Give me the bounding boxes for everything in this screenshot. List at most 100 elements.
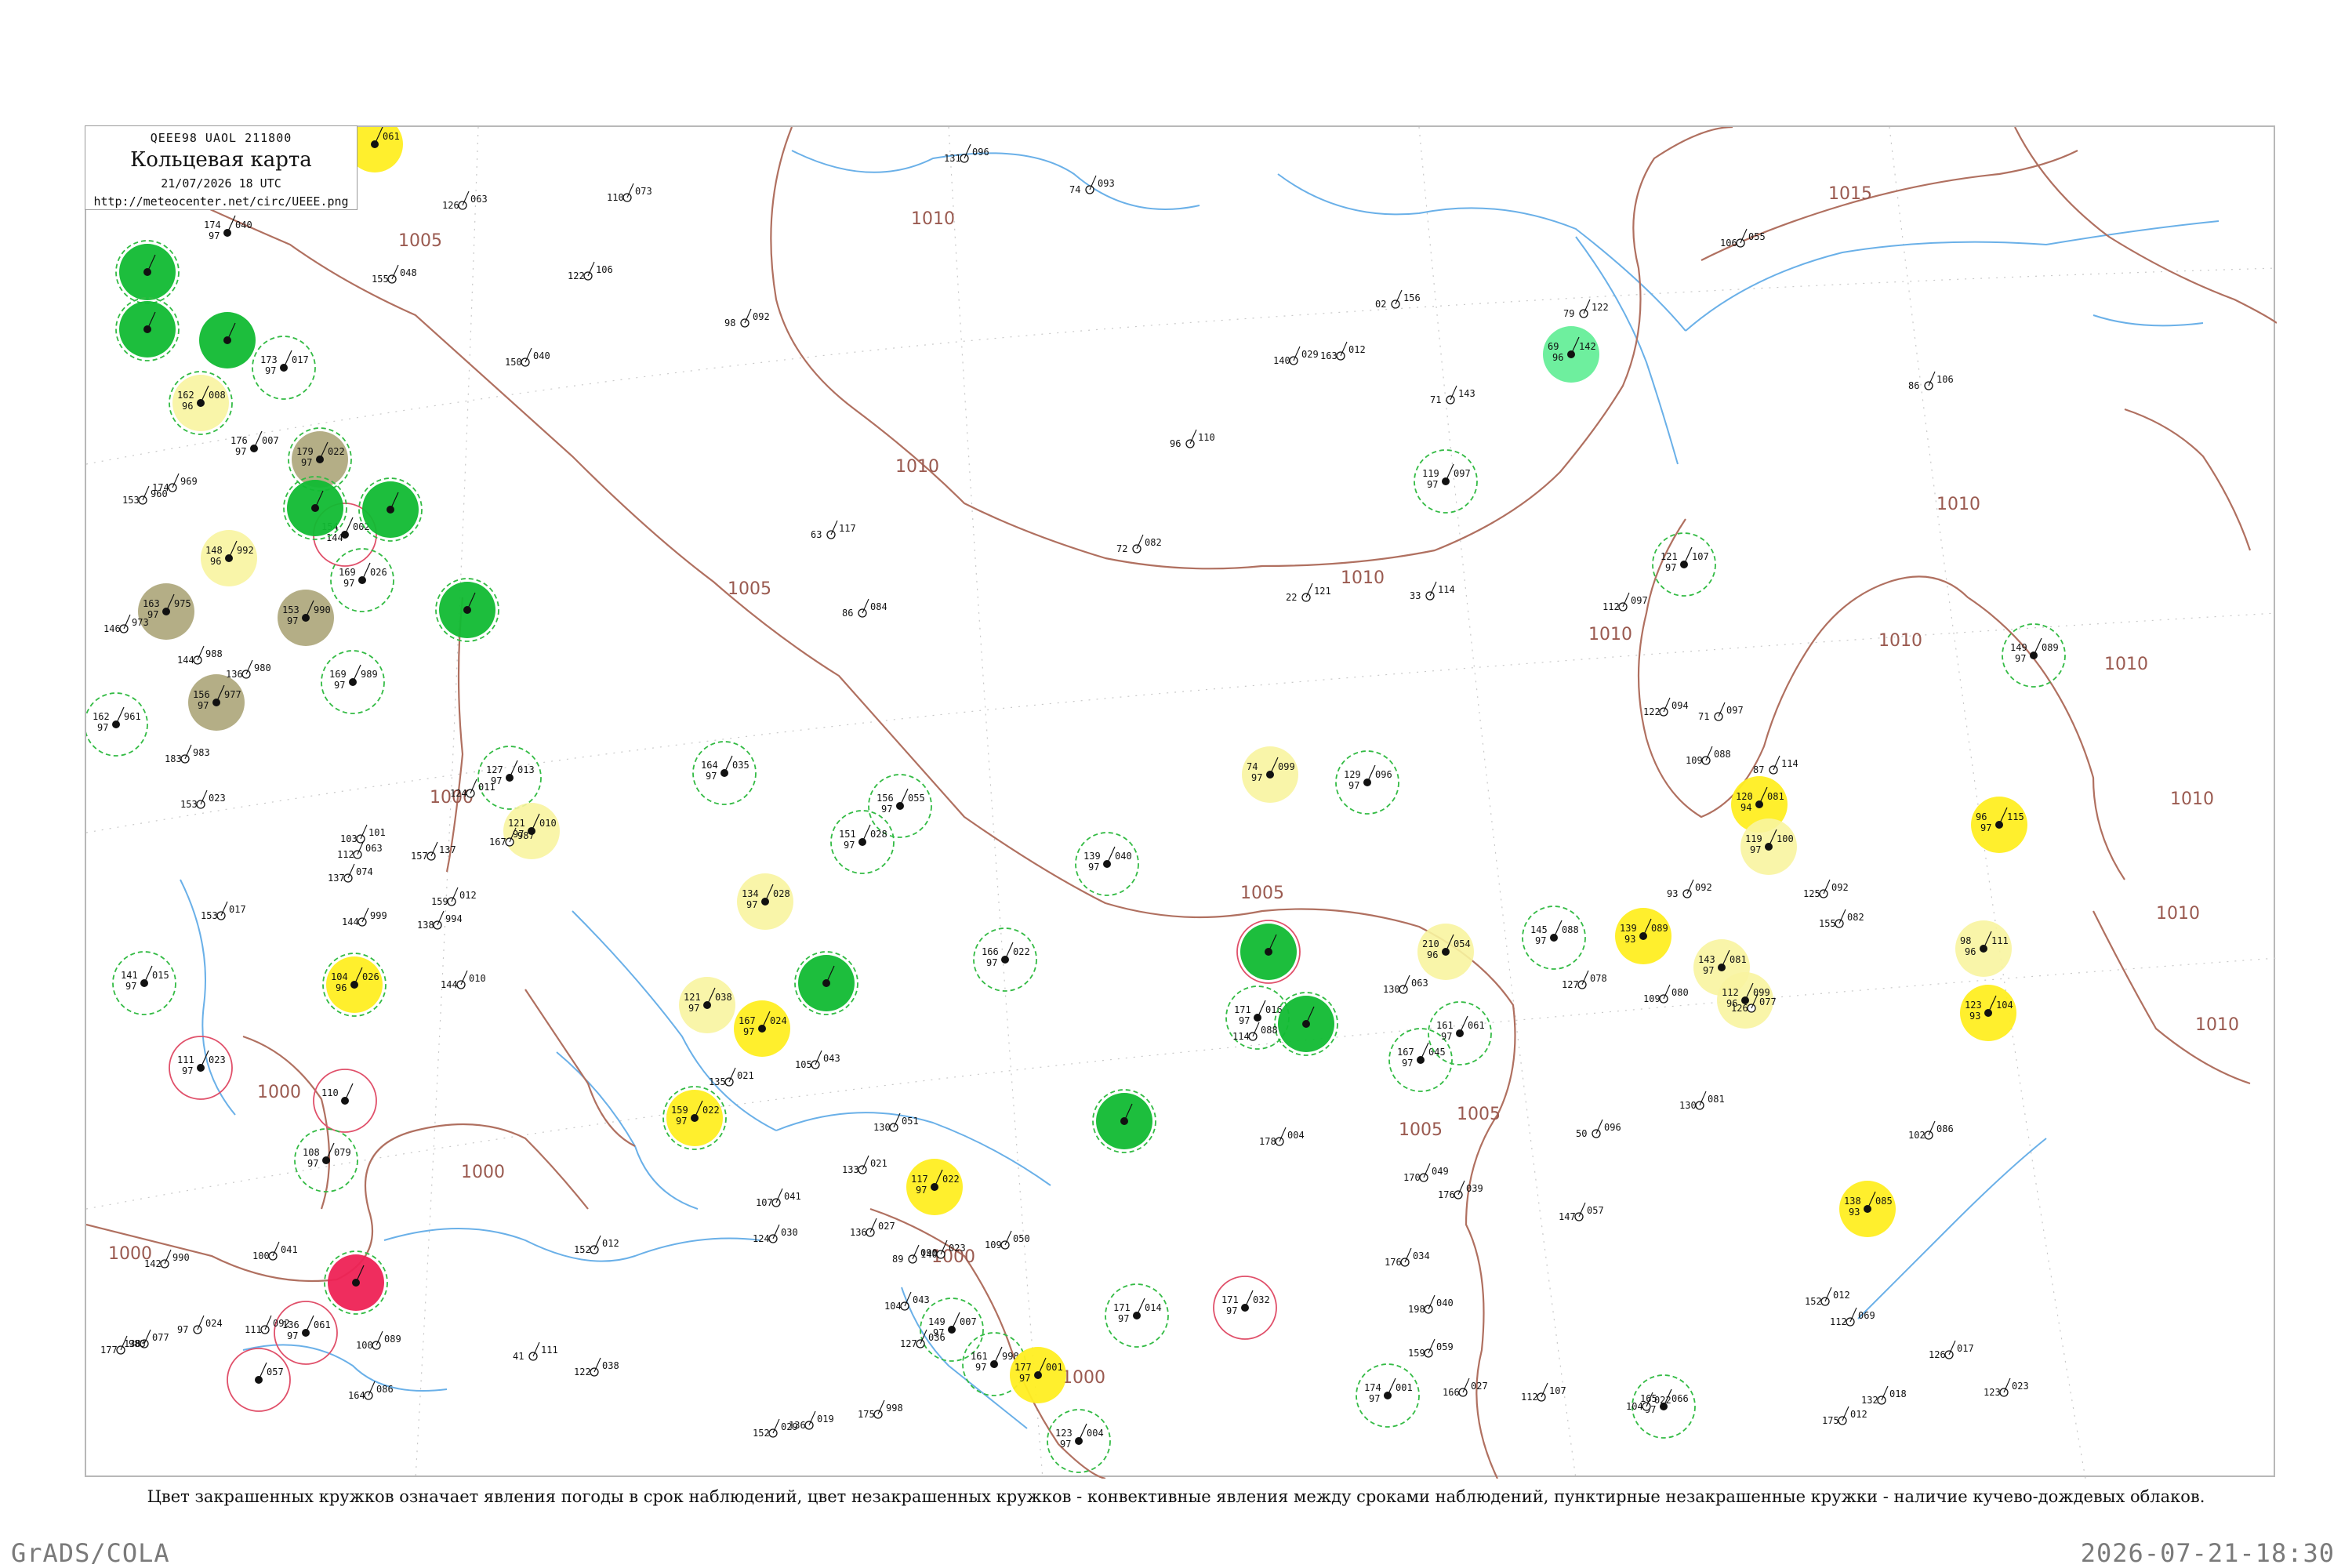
station-plot-small: 012 152 <box>574 1235 619 1255</box>
pressure-value: 092 <box>753 311 770 322</box>
station-plot-small: 096 131 <box>944 143 989 164</box>
station-plot: 110 <box>313 1069 377 1133</box>
pressure-value: 097 <box>1631 595 1648 606</box>
pressure-value: 143 <box>1458 388 1475 399</box>
station-plot-small: 084 86 <box>842 598 887 619</box>
dewpoint-value: 97 <box>746 899 757 910</box>
isobar-labels: 1005 1010 1015 1010 1005 1010 1010 1000 … <box>108 184 2239 1388</box>
pressure-value: 012 <box>1833 1290 1850 1301</box>
temperature-value: 164 <box>701 760 718 771</box>
temperature-value: 132 <box>1861 1395 1878 1406</box>
wind-barb <box>2033 637 2042 656</box>
pressure-value: 999 <box>370 910 387 921</box>
temperature-value: 74 <box>1069 184 1080 195</box>
temperature-value: 177 <box>100 1345 118 1356</box>
pressure-value: 092 <box>273 1318 290 1329</box>
station-plot-small: 078 127 <box>1562 970 1607 990</box>
pressure-value: 994 <box>445 913 463 924</box>
pressure-value: 043 <box>913 1294 930 1305</box>
pressure-value: 099 <box>1278 761 1295 772</box>
pressure-value: 114 <box>1781 758 1798 769</box>
temperature-value: 100 <box>252 1250 270 1261</box>
station-plot-small: 073 110 <box>607 183 652 203</box>
dewpoint-value: 93 <box>1849 1207 1860 1218</box>
pressure-value: 110 <box>1198 432 1215 443</box>
pressure-value: 987 <box>517 830 535 841</box>
wind-barb <box>1004 942 1014 960</box>
station-plot: 15697 977 <box>188 674 245 731</box>
temperature-value: 112 <box>337 849 354 860</box>
pressure-value: 079 <box>334 1147 351 1158</box>
temperature-value: 169 <box>339 567 356 578</box>
station-plot-small: 063 130 <box>1383 975 1428 995</box>
station-plot-small: 097 112 <box>1602 592 1648 612</box>
pressure-value: 107 <box>1549 1385 1566 1396</box>
temperature-value: 112 <box>1521 1392 1538 1403</box>
station-plot: 16397 975 <box>138 583 194 640</box>
pressure-value: 001 <box>1396 1382 1413 1393</box>
station-plot: 11197 023 <box>169 1036 233 1100</box>
pressure-value: 975 <box>174 598 191 609</box>
pressure-value: 022 <box>1654 1395 1671 1406</box>
station-plot-small: 030 124 <box>753 1224 798 1244</box>
wind-barb <box>1459 1015 1468 1034</box>
pressure-value: 012 <box>1850 1409 1867 1420</box>
station-plot-small: 994 138 <box>417 910 463 931</box>
pressure-value: 085 <box>1875 1196 1893 1207</box>
map-header-box: QEEE98 UAOL 211800 Кольцевая карта 21/07… <box>85 125 358 210</box>
temperature-value: 137 <box>328 873 345 884</box>
station-plot: 16997 989 <box>321 650 385 714</box>
pressure-value: 961 <box>124 711 141 722</box>
wind-barb <box>1445 463 1454 482</box>
station-plot-small: 110 96 <box>1170 429 1215 449</box>
temperature-value: 120 <box>1736 791 1753 802</box>
isobar-label: 1000 <box>461 1163 505 1182</box>
temperature-value: 117 <box>911 1174 928 1185</box>
temperature-value: 126 <box>1929 1349 1946 1360</box>
temperature-value: 143 <box>1698 954 1715 965</box>
pressure-value: 088 <box>1714 749 1731 760</box>
temperature-value: 124 <box>450 788 467 799</box>
station-plot-small: 055 106 <box>1720 228 1766 249</box>
temperature-value: 127 <box>900 1338 917 1349</box>
pressure-value: 081 <box>1767 791 1784 802</box>
station-plot-small: 973 146 <box>103 614 149 634</box>
pressure-value: 988 <box>205 648 223 659</box>
dewpoint-value: 97 <box>97 722 108 733</box>
pressure-value: 019 <box>817 1414 834 1425</box>
dewpoint-value: 96 <box>210 556 221 567</box>
temperature-value: 155 <box>372 274 389 285</box>
temperature-value: 156 <box>193 689 210 700</box>
wind-barb <box>115 706 125 725</box>
station-plot-small: 107 112 <box>1521 1382 1566 1403</box>
temperature-value: 176 <box>230 435 248 446</box>
pressure-value: 111 <box>541 1345 558 1356</box>
station-plot-small: 021 133 <box>842 1155 887 1175</box>
station-plot: 15197 028 <box>830 810 895 874</box>
pressure-value: 097 <box>1454 468 1471 479</box>
station-plot-small: 089 100 <box>356 1330 401 1351</box>
pressure-value: 073 <box>635 186 652 197</box>
pressure-value: 114 <box>1438 584 1455 595</box>
temperature-value: 107 <box>756 1197 773 1208</box>
temperature-value: 162 <box>177 390 194 401</box>
dewpoint-value: 97 <box>1118 1313 1129 1324</box>
pressure-value: 012 <box>1348 344 1366 355</box>
station-plot-small: 017 153 <box>201 901 246 921</box>
pressure-value: 040 <box>235 220 252 230</box>
dewpoint-value: 97 <box>1427 479 1438 490</box>
isobars <box>86 127 2277 1479</box>
wind-barb <box>1257 1000 1266 1018</box>
station-plot-small: 093 74 <box>1069 175 1115 195</box>
station-plot: 16797 024 <box>734 1000 790 1057</box>
temperature-value: 169 <box>329 669 347 680</box>
pressure-value: 084 <box>870 601 887 612</box>
temperature-value: 89 <box>892 1254 903 1265</box>
legend-caption: Цвет закрашенных кружков означает явлени… <box>147 1487 2205 1506</box>
station-plot-small: 117 63 <box>811 520 856 540</box>
temperature-value: 142 <box>144 1258 162 1269</box>
temperature-value: 176 <box>1438 1189 1455 1200</box>
pressure-value: 121 <box>1314 586 1331 597</box>
temperature-value: 112 <box>1602 601 1620 612</box>
wind-barb <box>1078 1423 1087 1442</box>
